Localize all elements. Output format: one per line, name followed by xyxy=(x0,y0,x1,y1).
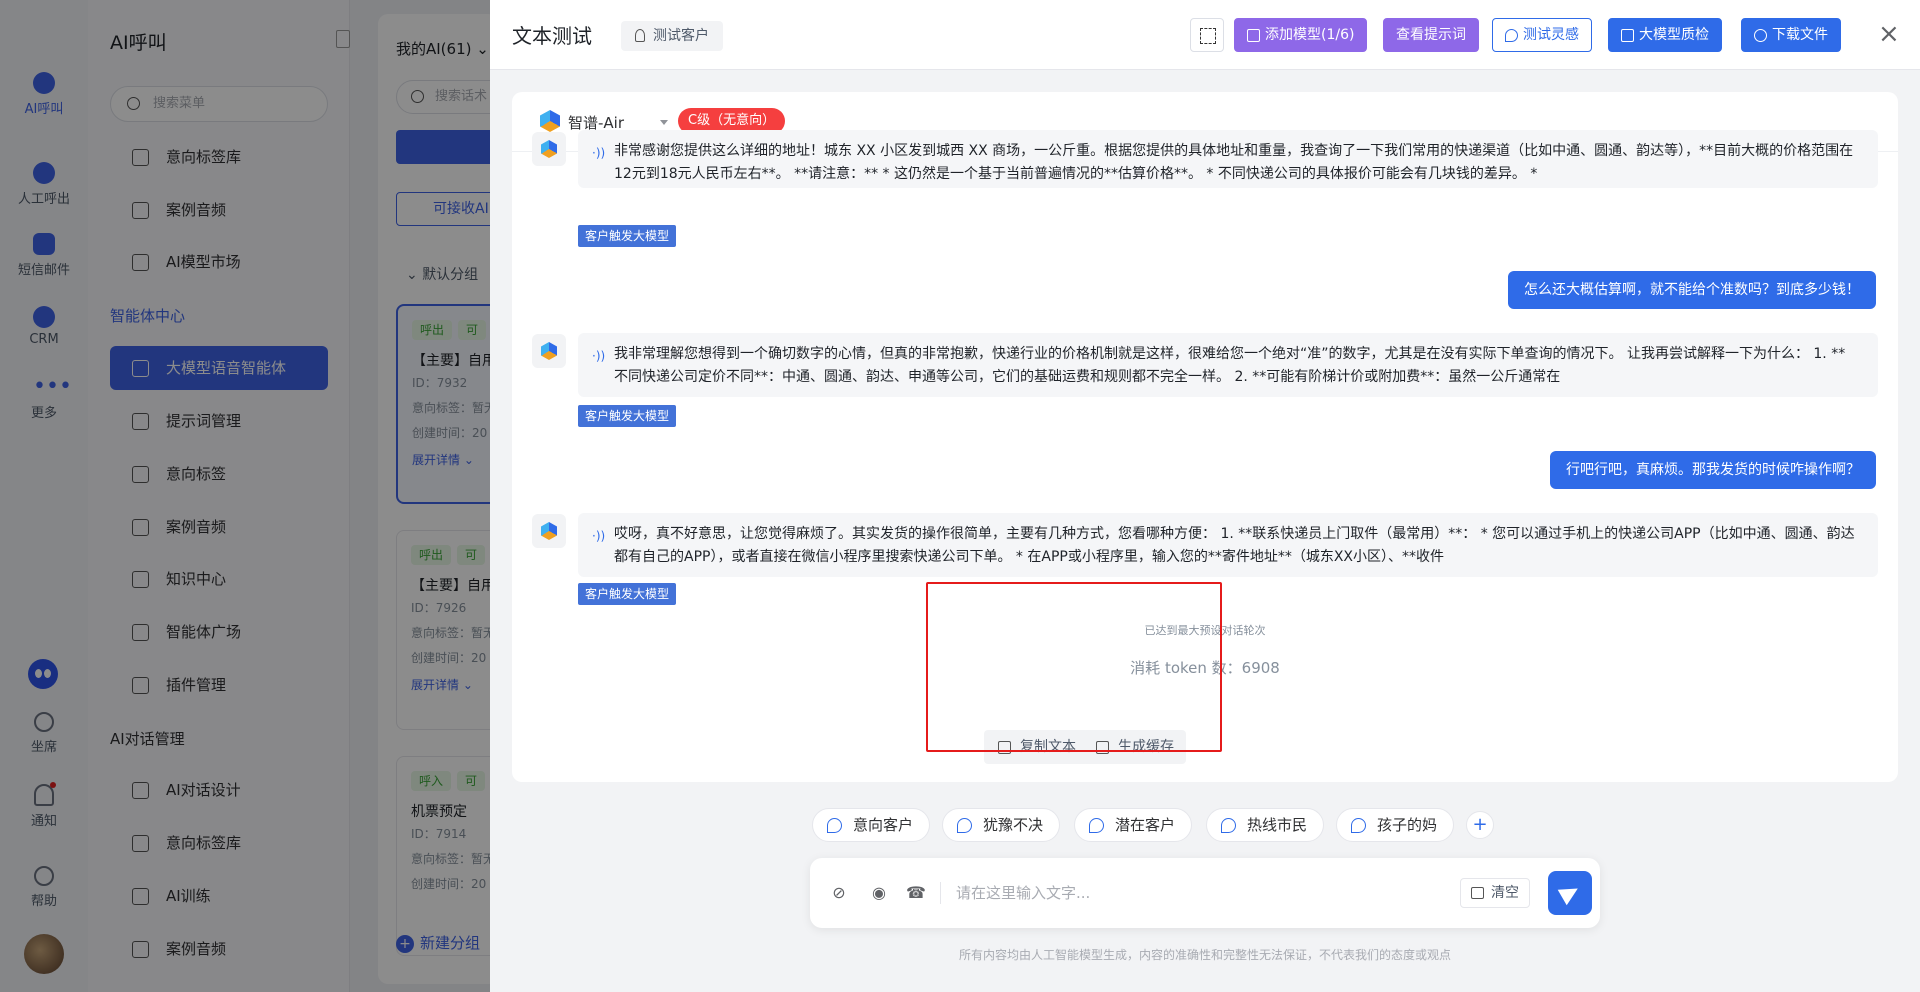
trigger-tag: 客户触发大模型 xyxy=(578,405,677,427)
test-inspiration-button[interactable]: 测试灵感 xyxy=(1492,18,1592,52)
chat-input-bar: ⊘ ◉ ☎ 清空 xyxy=(810,858,1600,928)
input-divider xyxy=(940,882,941,904)
chip-intent-customer[interactable]: 意向客户 xyxy=(812,808,931,842)
location-pin-icon xyxy=(1505,29,1518,42)
fullscreen-button[interactable] xyxy=(1190,18,1224,52)
trash-icon xyxy=(1471,887,1484,899)
add-chip-button[interactable]: + xyxy=(1466,811,1494,839)
bot-avatar xyxy=(532,132,566,166)
user-message: 怎么还大概估算啊，就不能给个准数吗？到底多少钱！ xyxy=(1508,271,1876,309)
hangup-icon[interactable]: ☎ xyxy=(906,884,926,902)
close-icon[interactable]: × xyxy=(1878,20,1900,48)
download-file-button[interactable]: 下载文件 xyxy=(1741,18,1841,52)
cube-icon xyxy=(1621,29,1634,42)
message-input[interactable] xyxy=(946,877,1436,909)
grid-icon xyxy=(1247,29,1260,42)
highlight-box xyxy=(926,582,1222,752)
chip-label: 孩子的妈 xyxy=(1377,816,1438,834)
chip-potential-customer[interactable]: 潜在客户 xyxy=(1074,808,1193,842)
broadcast-icon[interactable]: ◉ xyxy=(870,884,888,902)
persona-icon xyxy=(957,818,972,833)
persona-chips: 意向客户 犹豫不决 潜在客户 热线市民 孩子的妈 + xyxy=(490,808,1920,844)
chip-hesitant[interactable]: 犹豫不决 xyxy=(942,808,1061,842)
download-icon xyxy=(1754,29,1767,42)
caret-down-icon[interactable] xyxy=(660,120,668,125)
trigger-tag: 客户触发大模型 xyxy=(578,583,677,605)
bot-message-text: 哎呀，真不好意思，让您觉得麻烦了。其实发货的操作很简单，主要有几种方式，您看哪种… xyxy=(614,526,1855,565)
persona-icon xyxy=(827,818,842,833)
bot-message: ·)) 哎呀，真不好意思，让您觉得麻烦了。其实发货的操作很简单，主要有几种方式，… xyxy=(578,513,1878,577)
persona-icon xyxy=(1089,818,1104,833)
test-inspiration-label: 测试灵感 xyxy=(1523,27,1579,43)
persona-icon xyxy=(1221,818,1236,833)
clear-button[interactable]: 清空 xyxy=(1460,878,1530,908)
ai-disclaimer: 所有内容均由人工智能模型生成，内容的准确性和完整性无法保证，不代表我们的态度或观… xyxy=(958,948,1451,962)
chip-label: 意向客户 xyxy=(853,816,914,834)
user-message: 行吧行吧，真麻烦。那我发货的时候咋操作啊？ xyxy=(1550,451,1876,489)
bot-message: ·)) 非常感谢您提供这么详细的地址！城东 XX 小区发到城西 XX 商场，一公… xyxy=(578,130,1878,188)
quality-check-label: 大模型质检 xyxy=(1639,27,1709,43)
view-prompt-button[interactable]: 查看提示词 xyxy=(1383,18,1479,52)
chip-label: 犹豫不决 xyxy=(983,816,1044,834)
voice-wave-icon[interactable]: ·)) xyxy=(592,142,605,165)
user-icon xyxy=(635,29,645,42)
chat-panel: 智谱-Air C级（无意向） ·)) 非常感谢您提供这么详细的地址！城东 XX … xyxy=(512,92,1898,782)
chip-hotline-citizen[interactable]: 热线市民 xyxy=(1206,808,1325,842)
add-model-button[interactable]: 添加模型(1/6) xyxy=(1234,18,1368,52)
chip-label: 热线市民 xyxy=(1247,816,1308,834)
view-prompt-label: 查看提示词 xyxy=(1396,27,1466,43)
text-test-drawer: 文本测试 测试客户 添加模型(1/6) 查看提示词 测试灵感 大模型质检 下载文… xyxy=(490,0,1920,992)
bot-message-text: 我非常理解您想得到一个确切数字的心情，但真的非常抱歉，快递行业的价格机制就是这样… xyxy=(614,346,1846,385)
voice-wave-icon[interactable]: ·)) xyxy=(592,345,605,368)
bot-avatar xyxy=(532,514,566,548)
persona-icon xyxy=(1351,818,1366,833)
test-customer-tag[interactable]: 测试客户 xyxy=(621,21,723,51)
customer-label: 测试客户 xyxy=(653,28,709,44)
drawer-title: 文本测试 xyxy=(512,24,592,48)
quality-check-button[interactable]: 大模型质检 xyxy=(1608,18,1722,52)
clear-label: 清空 xyxy=(1491,885,1519,901)
bot-message-text: 非常感谢您提供这么详细的地址！城东 XX 小区发到城西 XX 商场，一公斤重。根… xyxy=(614,143,1854,182)
chip-kids-mom[interactable]: 孩子的妈 xyxy=(1336,808,1455,842)
drawer-header: 文本测试 测试客户 添加模型(1/6) 查看提示词 测试灵感 大模型质检 下载文… xyxy=(490,0,1920,70)
send-button[interactable] xyxy=(1548,871,1592,915)
message-list[interactable]: ·)) 非常感谢您提供这么详细的地址！城东 XX 小区发到城西 XX 商场，一公… xyxy=(512,130,1898,782)
voice-wave-icon[interactable]: ·)) xyxy=(592,525,605,548)
chip-label: 潜在客户 xyxy=(1115,816,1176,834)
bot-avatar xyxy=(532,334,566,368)
mic-off-icon[interactable]: ⊘ xyxy=(830,884,848,902)
add-model-label: 添加模型(1/6) xyxy=(1265,27,1355,43)
modal-overlay[interactable] xyxy=(0,0,490,992)
trigger-tag: 客户触发大模型 xyxy=(578,225,677,247)
zhipu-logo-icon xyxy=(540,110,560,132)
bot-message: ·)) 我非常理解您想得到一个确切数字的心情，但真的非常抱歉，快递行业的价格机制… xyxy=(578,333,1878,397)
download-label: 下载文件 xyxy=(1772,27,1828,43)
